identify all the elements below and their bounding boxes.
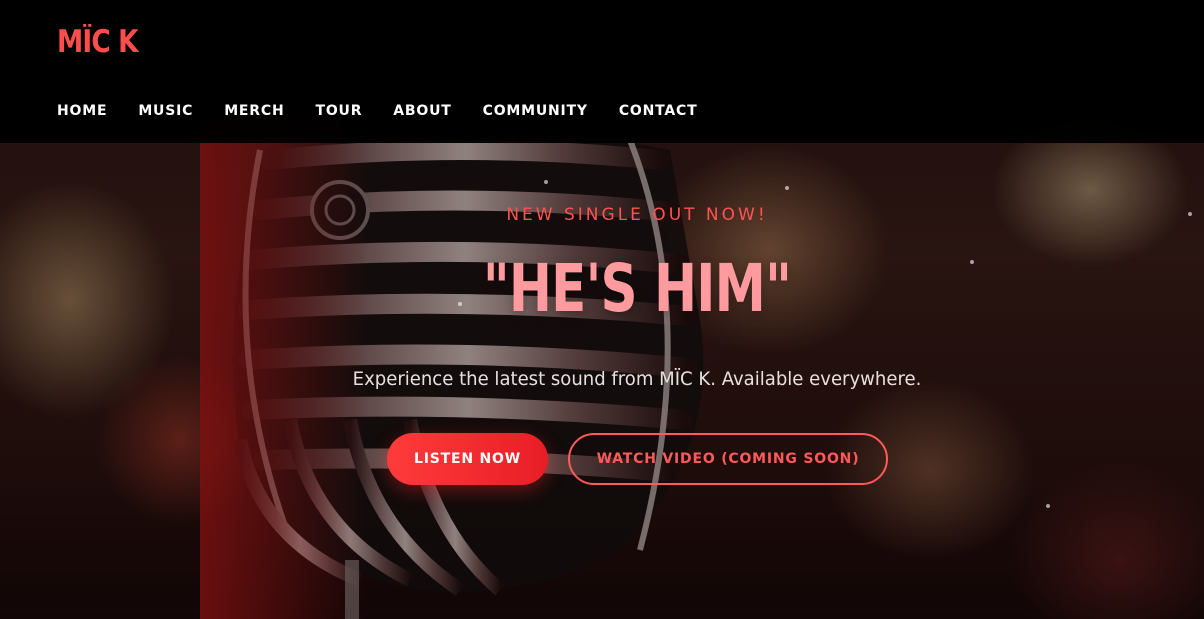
nav-item: HOME	[57, 101, 138, 121]
nav-link-merch[interactable]: MERCH	[224, 101, 284, 121]
nav-item: TOUR	[315, 101, 393, 121]
nav-item: COMMUNITY	[483, 101, 619, 121]
page: MÏC K HOME MUSIC MERCH TOUR ABOUT COMMUN…	[0, 0, 1204, 619]
watch-video-button[interactable]: WATCH VIDEO (COMING SOON)	[568, 433, 888, 485]
hero-title: "HE'S HIM"	[482, 250, 792, 327]
site-header: MÏC K HOME MUSIC MERCH TOUR ABOUT COMMUN…	[0, 0, 1204, 143]
nav-link-community[interactable]: COMMUNITY	[483, 101, 588, 121]
listen-now-button[interactable]: LISTEN NOW	[387, 433, 548, 485]
nav-link-about[interactable]: ABOUT	[393, 101, 451, 121]
nav-item: MERCH	[224, 101, 315, 121]
hero-subtitle: Experience the latest sound from MÏC K. …	[352, 368, 922, 390]
nav-item: ABOUT	[393, 101, 482, 121]
hero-section: NEW SINGLE OUT NOW! "HE'S HIM" Experienc…	[0, 143, 1204, 619]
hero-eyebrow: NEW SINGLE OUT NOW!	[506, 205, 768, 225]
nav-item: CONTACT	[619, 101, 729, 121]
nav-item: MUSIC	[138, 101, 224, 121]
nav-list: HOME MUSIC MERCH TOUR ABOUT COMMUNITY CO…	[57, 101, 728, 121]
nav-link-music[interactable]: MUSIC	[138, 101, 193, 121]
nav-link-contact[interactable]: CONTACT	[619, 101, 698, 121]
brand-logo[interactable]: MÏC K	[57, 22, 139, 62]
nav-link-tour[interactable]: TOUR	[315, 101, 362, 121]
nav-link-home[interactable]: HOME	[57, 101, 107, 121]
